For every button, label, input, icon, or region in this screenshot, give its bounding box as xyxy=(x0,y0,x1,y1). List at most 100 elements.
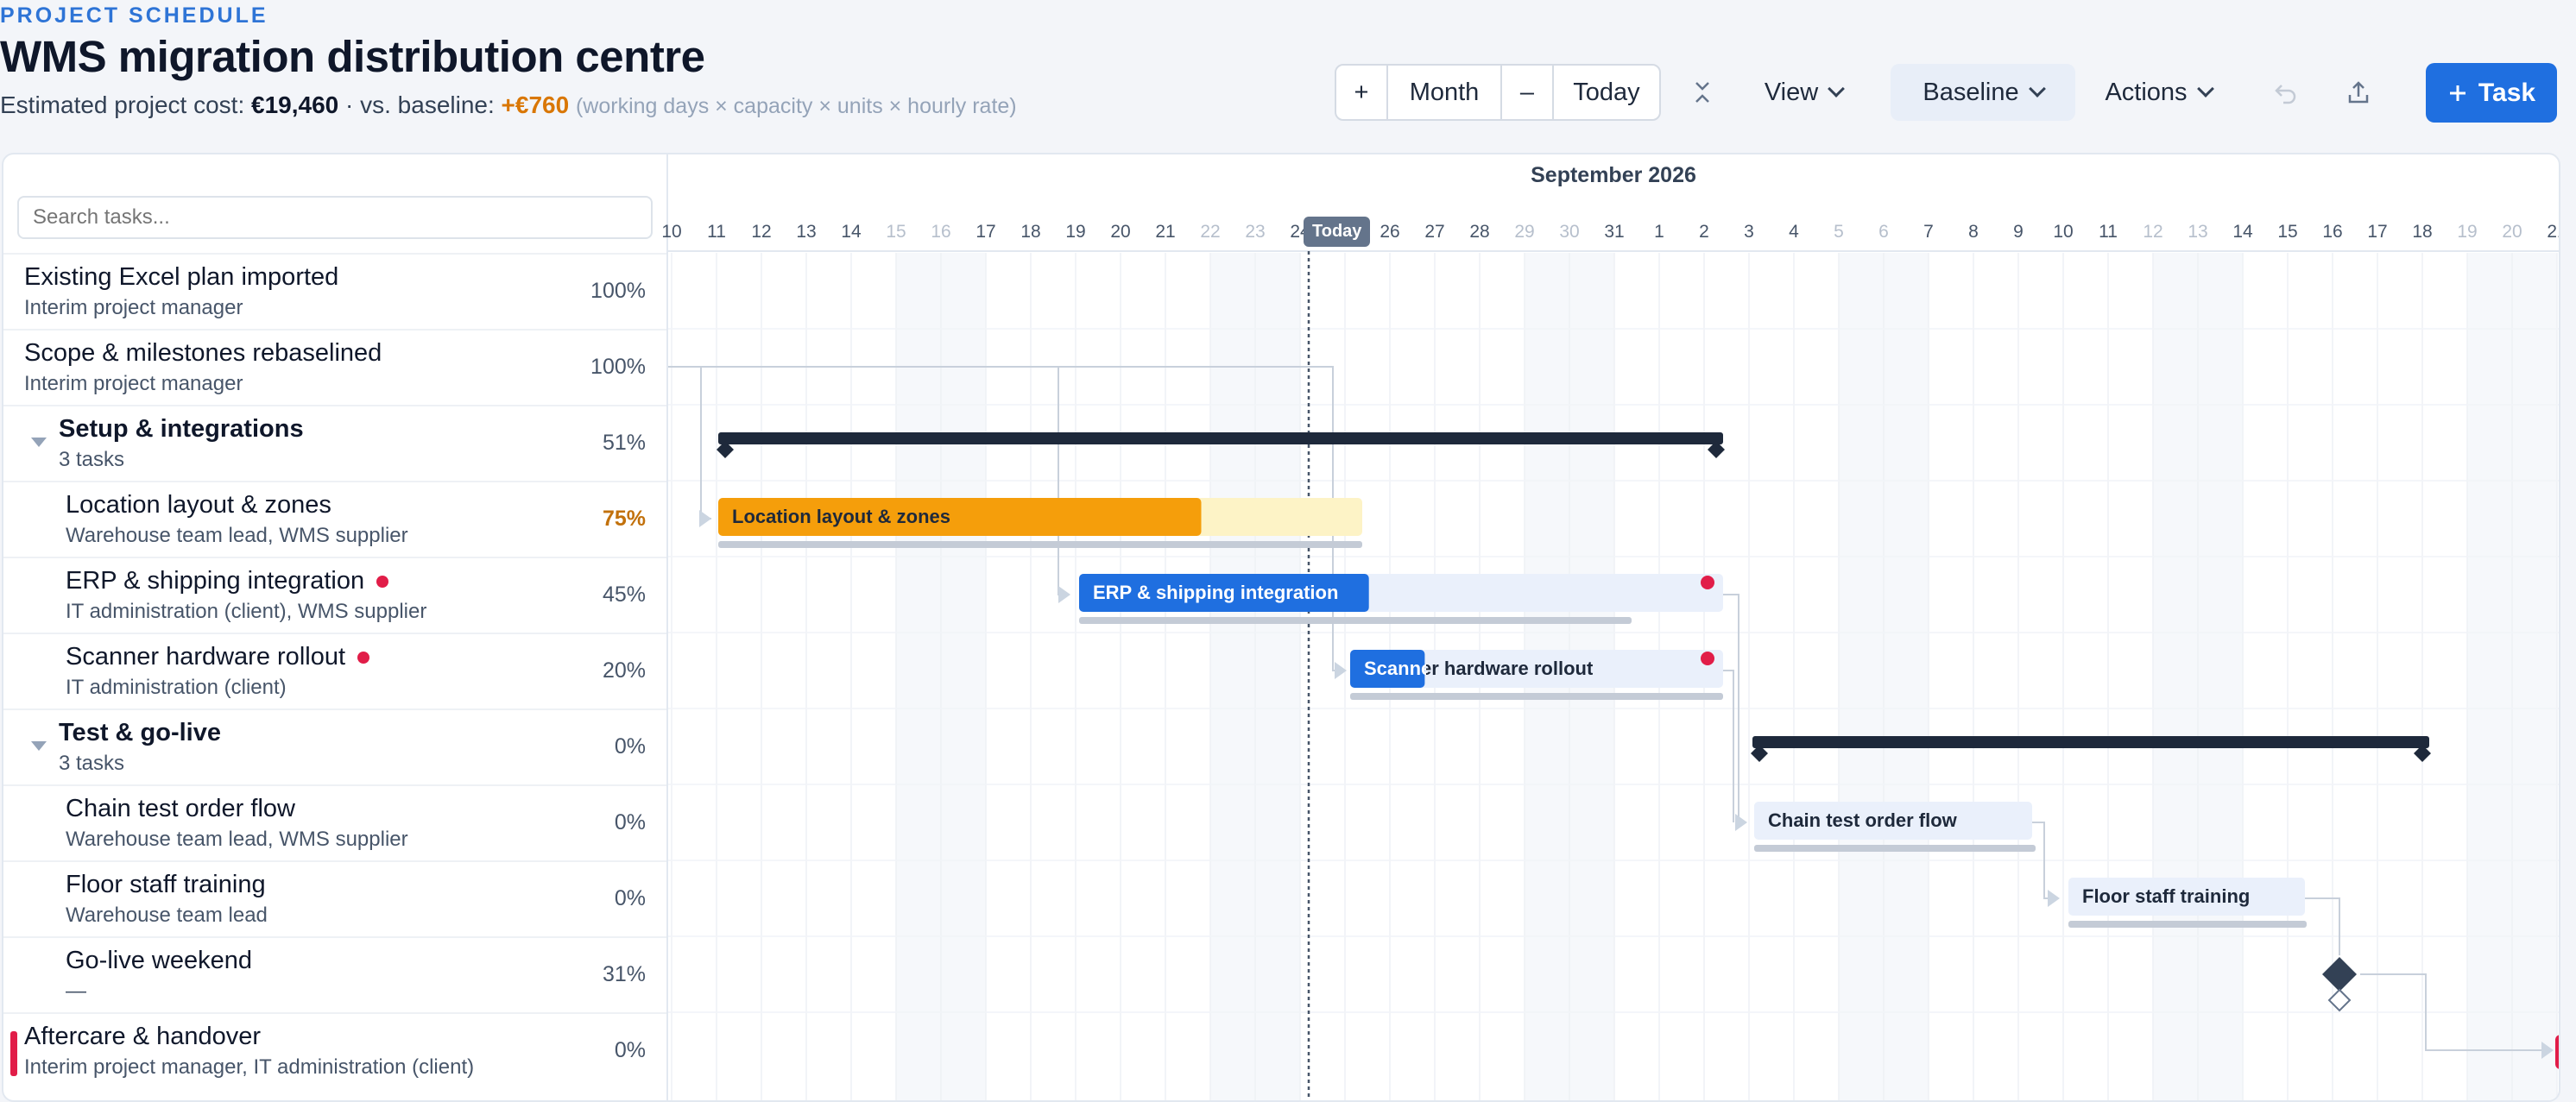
task-bar-label[interactable]: ERP & shipping integration xyxy=(1093,582,1338,604)
baseline-bar xyxy=(1079,617,1632,624)
day-tick-label: 17 xyxy=(2367,222,2388,242)
task-progress: 0% xyxy=(614,734,646,759)
task-progress: 20% xyxy=(602,658,646,683)
milestone-diamond xyxy=(2322,957,2357,992)
task-row[interactable]: Go-live weekend — 31% xyxy=(3,936,666,1012)
day-tick-label: 2 xyxy=(1699,222,1709,242)
day-tick-label: 15 xyxy=(2277,222,2298,242)
task-row[interactable]: Scope & milestones rebaselined Interim pr… xyxy=(3,329,666,405)
day-tick-label: 16 xyxy=(2322,222,2343,242)
day-tick-label: 21 xyxy=(2547,222,2559,242)
search-input[interactable] xyxy=(17,196,653,239)
day-tick-label: 13 xyxy=(2188,222,2208,242)
task-row[interactable]: Chain test order flow Warehouse team lead… xyxy=(3,784,666,860)
day-tick-label: 22 xyxy=(1200,222,1221,242)
task-bar-label[interactable]: Chain test order flow xyxy=(1768,809,1957,832)
view-menu-button[interactable]: View xyxy=(1747,64,1859,121)
view-label: View xyxy=(1764,78,1819,106)
actions-menu-button[interactable]: Actions xyxy=(2089,64,2227,121)
task-bar-label[interactable]: Floor staff training xyxy=(2082,885,2250,908)
weekend-shade xyxy=(941,253,986,1100)
baseline-menu-button[interactable]: Baseline xyxy=(1891,64,2075,121)
month-label: September 2026 xyxy=(1531,163,1696,187)
day-tick-label: 3 xyxy=(1744,222,1754,242)
zoom-out-button[interactable]: – xyxy=(1502,66,1554,119)
day-tick-label: 11 xyxy=(707,222,726,242)
task-bar-label[interactable]: Scanner hardware rollout xyxy=(1364,658,1593,680)
task-assignee: Interim project manager xyxy=(24,372,243,395)
zoom-in-button[interactable]: + xyxy=(1336,66,1388,119)
task-row[interactable]: Floor staff training Warehouse team lead 0… xyxy=(3,860,666,936)
undo-icon xyxy=(2275,85,2296,104)
day-tick-label: 7 xyxy=(1923,222,1934,242)
task-progress: 31% xyxy=(602,962,646,986)
collapse-toggle-icon[interactable] xyxy=(31,741,47,751)
task-progress: 51% xyxy=(602,431,646,455)
task-progress: 0% xyxy=(614,1038,646,1062)
day-tick-label: 4 xyxy=(1789,222,1799,242)
summary-bar-test xyxy=(1752,736,2429,748)
task-name: Go-live weekend xyxy=(66,947,252,974)
day-tick-label: 10 xyxy=(661,222,682,242)
dependency-line xyxy=(700,367,711,520)
weekend-shade xyxy=(2198,253,2243,1100)
weekend-shade xyxy=(2467,253,2512,1100)
day-tick-label: 26 xyxy=(1380,222,1400,242)
task-assignee: Warehouse team lead, WMS supplier xyxy=(66,828,408,851)
day-tick-label: 15 xyxy=(886,222,906,242)
task-progress: 0% xyxy=(614,810,646,834)
day-tick-label: 8 xyxy=(1968,222,1979,242)
baseline-label: · vs. baseline: xyxy=(345,91,495,118)
warning-dot xyxy=(376,576,389,589)
task-name: Test & go-live xyxy=(59,719,221,746)
task-row[interactable]: Setup & integrations 3 tasks 51% xyxy=(3,405,666,481)
task-row[interactable]: Aftercare & handover Interim project mana… xyxy=(3,1012,666,1088)
collapse-icon xyxy=(1695,82,1709,103)
task-progress: 45% xyxy=(602,582,646,607)
dependency-line xyxy=(2305,897,2340,955)
day-tick-label: 28 xyxy=(1469,222,1490,242)
scale-select[interactable]: Month xyxy=(1388,66,1502,119)
task-assignee: Warehouse team lead, WMS supplier xyxy=(66,524,408,547)
dependency-arrow xyxy=(1735,814,1747,831)
warning-dot xyxy=(1701,652,1714,665)
gantt-panel: Existing Excel plan imported Interim proj… xyxy=(2,153,2560,1102)
task-row[interactable]: Existing Excel plan imported Interim proj… xyxy=(3,253,666,329)
weekend-shade xyxy=(2153,253,2198,1100)
dependency-arrow xyxy=(699,510,711,527)
task-row[interactable]: Location layout & zones Warehouse team le… xyxy=(3,481,666,557)
day-tick-label: 17 xyxy=(975,222,996,242)
task-assignee: Interim project manager, IT administrati… xyxy=(24,1055,475,1079)
task-row[interactable]: Scanner hardware rollout IT administratio… xyxy=(3,633,666,708)
day-tick-label: 27 xyxy=(1424,222,1445,242)
collapse-toggle-icon[interactable] xyxy=(31,438,47,447)
task-assignee: IT administration (client) xyxy=(66,676,287,699)
task-row[interactable]: Test & go-live 3 tasks 0% xyxy=(3,708,666,784)
day-tick-label: 5 xyxy=(1834,222,1844,242)
undo-button[interactable] xyxy=(2265,64,2307,121)
task-bar-label[interactable]: Location layout & zones xyxy=(732,506,950,528)
dependency-line xyxy=(1723,670,1734,822)
add-task-label: Task xyxy=(2478,78,2536,107)
task-list: Existing Excel plan imported Interim proj… xyxy=(3,154,668,1100)
warning-dot xyxy=(1701,576,1714,589)
collapse-all-button[interactable] xyxy=(1682,64,1723,121)
add-task-button[interactable]: Task xyxy=(2426,63,2557,123)
day-tick-label: 14 xyxy=(2232,222,2253,242)
today-button[interactable]: Today xyxy=(1554,66,1659,119)
actions-label: Actions xyxy=(2105,78,2188,106)
task-progress: 100% xyxy=(590,279,646,303)
task-row[interactable]: ERP & shipping integration IT administrat… xyxy=(3,557,666,633)
weekend-shade xyxy=(1210,253,1255,1100)
export-button[interactable] xyxy=(2338,64,2379,121)
task-name: Floor staff training xyxy=(66,871,266,898)
task-name: Scope & milestones rebaselined xyxy=(24,339,382,367)
baseline-bar xyxy=(718,541,1362,548)
warning-dot xyxy=(357,652,370,664)
task-name: ERP & shipping integration xyxy=(66,567,389,595)
page-eyebrow: PROJECT SCHEDULE xyxy=(0,3,268,28)
timeline-chart: 1011121314151617181920212223242526272829… xyxy=(661,154,2559,1100)
weekend-shade xyxy=(1839,253,1884,1100)
day-tick-label: 18 xyxy=(1020,222,1041,242)
today-marker: Today xyxy=(1304,217,1371,247)
